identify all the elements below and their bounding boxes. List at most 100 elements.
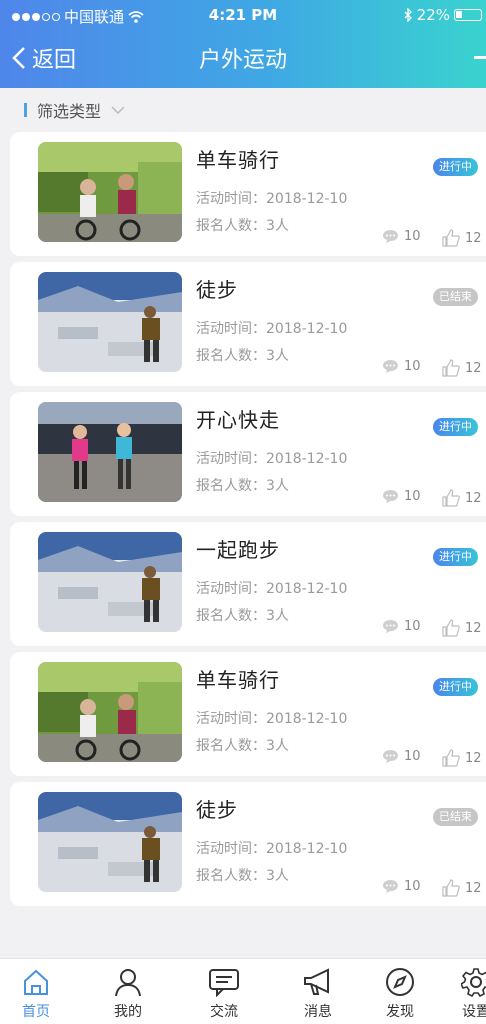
like-count-value: 12: [465, 880, 482, 896]
comment-count-value: 10: [404, 489, 421, 504]
like-count-value: 12: [465, 750, 482, 766]
filter-label: 筛选类型: [37, 102, 102, 121]
tab-megaphone[interactable]: 消息: [288, 965, 348, 1021]
activity-title: 徒步: [196, 798, 238, 822]
activity-title: 徒步: [196, 278, 238, 302]
activity-card[interactable]: 单车骑行 活动时间：2018-12-10 报名人数：3人 进行中 10 12: [10, 652, 486, 776]
activity-title: 开心快走: [196, 408, 280, 432]
activity-title: 单车骑行: [196, 668, 280, 692]
megaphone-icon: [288, 965, 348, 999]
tab-label: 设置: [462, 1004, 486, 1020]
status-badge: 已结束: [433, 808, 478, 826]
home-icon: [6, 965, 66, 999]
tab-compass[interactable]: 发现: [370, 965, 430, 1021]
status-badge: 进行中: [433, 418, 478, 436]
chevron-down-icon: [111, 106, 125, 114]
like-count-value: 12: [465, 490, 482, 506]
battery-group: 22%: [403, 6, 482, 24]
thumbs-up-icon: [442, 489, 460, 507]
filter-dropdown[interactable]: 筛选类型: [24, 97, 125, 123]
thumbs-up-icon: [442, 229, 460, 247]
tab-user[interactable]: 我的: [98, 965, 158, 1021]
user-icon: [98, 965, 158, 999]
comment-count-value: 10: [404, 359, 421, 374]
activity-title: 一起跑步: [196, 538, 280, 562]
activity-card[interactable]: 开心快走 活动时间：2018-12-10 报名人数：3人 进行中 10 12: [10, 392, 486, 516]
activity-time: 活动时间：2018-12-10: [196, 191, 348, 207]
activity-time: 活动时间：2018-12-10: [196, 841, 348, 857]
tab-bar: 首页 我的 交流 消息 发现 设置: [0, 958, 486, 1024]
tab-label: 首页: [22, 1004, 50, 1020]
activity-time: 活动时间：2018-12-10: [196, 581, 348, 597]
header: 中国联通 4:21 PM 22% 返回 户外运动: [0, 0, 486, 88]
comment-icon: [383, 620, 398, 633]
like-count-value: 12: [465, 230, 482, 246]
battery-icon: [454, 9, 482, 21]
activity-thumbnail: [38, 272, 182, 372]
comment-icon: [383, 750, 398, 763]
like-count[interactable]: 12: [442, 879, 482, 897]
activity-thumbnail: [38, 402, 182, 502]
tab-gear[interactable]: 设置: [446, 965, 486, 1021]
activity-card[interactable]: 徒步 活动时间：2018-12-10 报名人数：3人 已结束 10 12: [10, 782, 486, 906]
status-badge: 进行中: [433, 158, 478, 176]
comment-count[interactable]: 10: [382, 359, 421, 374]
tab-label: 消息: [304, 1004, 332, 1020]
activity-signup-count: 报名人数：3人: [196, 348, 289, 364]
comment-icon: [383, 360, 398, 373]
activity-thumbnail: [38, 532, 182, 632]
activity-thumbnail: [38, 142, 182, 242]
activity-time: 活动时间：2018-12-10: [196, 711, 348, 727]
comment-icon: [383, 230, 398, 243]
comment-count-value: 10: [404, 879, 421, 894]
tab-home[interactable]: 首页: [6, 965, 66, 1021]
activity-card[interactable]: 徒步 活动时间：2018-12-10 报名人数：3人 已结束 10 12: [10, 262, 486, 386]
activity-signup-count: 报名人数：3人: [196, 218, 289, 234]
activity-time: 活动时间：2018-12-10: [196, 321, 348, 337]
comment-count[interactable]: 10: [382, 229, 421, 244]
status-bar: 中国联通 4:21 PM 22%: [0, 4, 486, 28]
thumbs-up-icon: [442, 879, 460, 897]
more-menu-icon[interactable]: [474, 56, 486, 59]
like-count[interactable]: 12: [442, 359, 482, 377]
tab-chat[interactable]: 交流: [194, 965, 254, 1021]
comment-count-value: 10: [404, 619, 421, 634]
thumbs-up-icon: [442, 359, 460, 377]
activity-card[interactable]: 单车骑行 活动时间：2018-12-10 报名人数：3人 进行中 10 12: [10, 132, 486, 256]
gear-icon: [446, 965, 486, 999]
activity-card[interactable]: 一起跑步 活动时间：2018-12-10 报名人数：3人 进行中 10 12: [10, 522, 486, 646]
comment-count[interactable]: 10: [382, 489, 421, 504]
activity-thumbnail: [38, 662, 182, 762]
comment-count-value: 10: [404, 749, 421, 764]
nav-bar: 返回 户外运动: [0, 34, 486, 80]
comment-count[interactable]: 10: [382, 879, 421, 894]
like-count[interactable]: 12: [442, 619, 482, 637]
comment-icon: [383, 880, 398, 893]
status-badge: 进行中: [433, 548, 478, 566]
thumbs-up-icon: [442, 619, 460, 637]
thumbs-up-icon: [442, 749, 460, 767]
activity-title: 单车骑行: [196, 148, 280, 172]
comment-count-value: 10: [404, 229, 421, 244]
page-title: 户外运动: [198, 48, 287, 73]
comment-count[interactable]: 10: [382, 749, 421, 764]
activity-signup-count: 报名人数：3人: [196, 738, 289, 754]
like-count-value: 12: [465, 620, 482, 636]
activity-thumbnail: [38, 792, 182, 892]
like-count[interactable]: 12: [442, 489, 482, 507]
like-count-value: 12: [465, 360, 482, 376]
battery-percent: 22%: [416, 6, 450, 24]
chat-icon: [194, 965, 254, 999]
like-count[interactable]: 12: [442, 749, 482, 767]
status-badge: 已结束: [433, 288, 478, 306]
bluetooth-icon: [404, 8, 412, 22]
activity-signup-count: 报名人数：3人: [196, 608, 289, 624]
filter-accent-bar: [24, 103, 27, 117]
comment-count[interactable]: 10: [382, 619, 421, 634]
compass-icon: [370, 965, 430, 999]
status-badge: 进行中: [433, 678, 478, 696]
comment-icon: [383, 490, 398, 503]
like-count[interactable]: 12: [442, 229, 482, 247]
activity-time: 活动时间：2018-12-10: [196, 451, 348, 467]
activity-list: 单车骑行 活动时间：2018-12-10 报名人数：3人 进行中 10 12 徒…: [10, 132, 486, 912]
